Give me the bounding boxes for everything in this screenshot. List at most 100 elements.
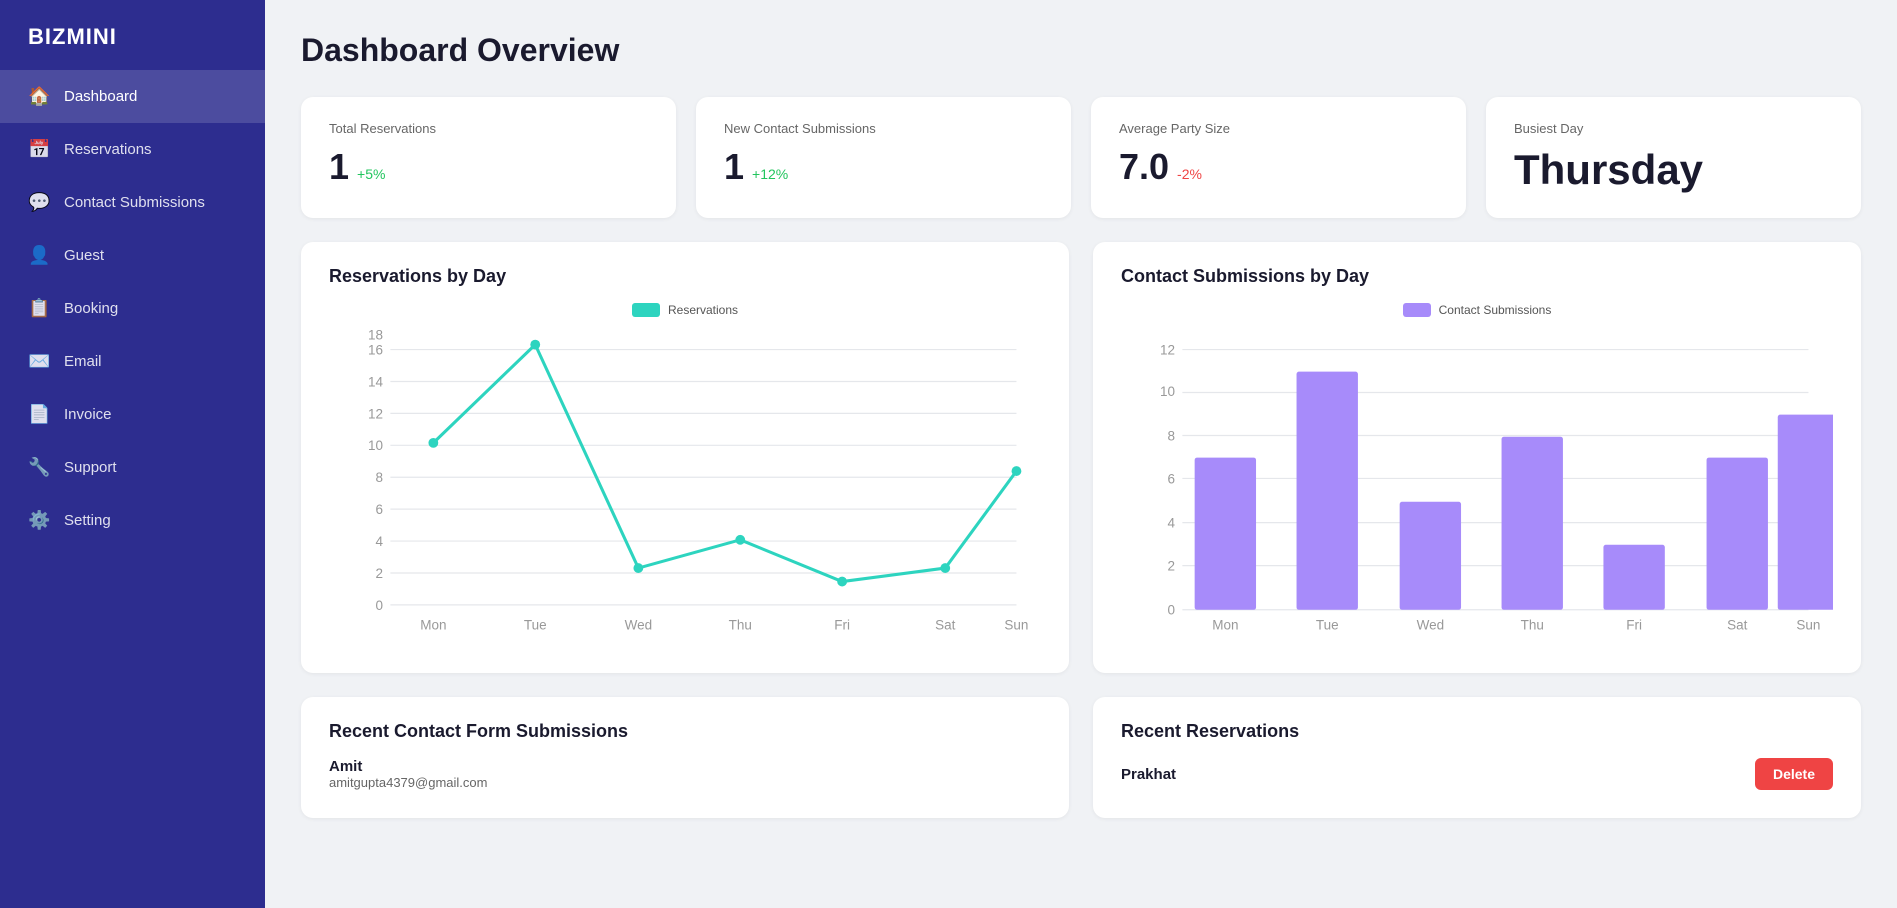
sidebar-label-contact-submissions: Contact Submissions — [64, 194, 205, 211]
sidebar-item-invoice[interactable]: 📄 Invoice — [0, 388, 265, 441]
svg-text:6: 6 — [1167, 471, 1175, 486]
stat-value-contacts: 1 — [724, 146, 744, 188]
svg-text:0: 0 — [375, 598, 383, 613]
svg-text:2: 2 — [1167, 559, 1175, 574]
stat-label-reservations: Total Reservations — [329, 121, 648, 136]
sidebar-label-booking: Booking — [64, 300, 118, 317]
svg-text:Tue: Tue — [524, 617, 547, 632]
contacts-chart-card: Contact Submissions by Day Contact Submi… — [1093, 242, 1861, 673]
stat-value-row-reservations: 1 +5% — [329, 146, 648, 188]
sidebar-label-dashboard: Dashboard — [64, 88, 137, 105]
invoice-icon: 📄 — [28, 404, 50, 425]
svg-text:14: 14 — [368, 374, 384, 389]
settings-icon: ⚙️ — [28, 510, 50, 531]
contacts-legend-label: Contact Submissions — [1439, 303, 1552, 317]
sidebar-label-email: Email — [64, 353, 102, 370]
sidebar-nav: 🏠 Dashboard 📅 Reservations 💬 Contact Sub… — [0, 70, 265, 547]
sidebar-item-reservations[interactable]: 📅 Reservations — [0, 123, 265, 176]
home-icon: 🏠 — [28, 86, 50, 107]
svg-text:18: 18 — [368, 328, 383, 343]
reservations-chart-title: Reservations by Day — [329, 266, 1041, 287]
recent-reservations-title: Recent Reservations — [1121, 721, 1833, 742]
calendar-icon: 📅 — [28, 139, 50, 160]
contacts-chart-legend: Contact Submissions — [1121, 303, 1833, 317]
chat-icon: 💬 — [28, 192, 50, 213]
stat-value-reservations: 1 — [329, 146, 349, 188]
sidebar: BIZMINI 🏠 Dashboard 📅 Reservations 💬 Con… — [0, 0, 265, 908]
charts-row: Reservations by Day Reservations 0 2 4 — [301, 242, 1861, 673]
contact-name-0: Amit — [329, 758, 1041, 775]
stat-label-busiest-day: Busiest Day — [1514, 121, 1833, 136]
svg-text:Sat: Sat — [1727, 617, 1748, 632]
svg-text:Thu: Thu — [1521, 617, 1544, 632]
svg-text:16: 16 — [368, 342, 383, 357]
bottom-row: Recent Contact Form Submissions Amit ami… — [301, 697, 1861, 818]
stat-label-contacts: New Contact Submissions — [724, 121, 1043, 136]
svg-text:4: 4 — [1167, 516, 1175, 531]
sidebar-item-support[interactable]: 🔧 Support — [0, 441, 265, 494]
svg-text:Tue: Tue — [1316, 617, 1339, 632]
booking-icon: 📋 — [28, 298, 50, 319]
sidebar-label-setting: Setting — [64, 512, 111, 529]
stat-value-row-party-size: 7.0 -2% — [1119, 146, 1438, 188]
delete-button[interactable]: Delete — [1755, 758, 1833, 790]
svg-text:12: 12 — [368, 406, 383, 421]
reservation-entry-0: Prakhat Delete — [1121, 758, 1833, 790]
page-title: Dashboard Overview — [301, 32, 1861, 69]
svg-text:Wed: Wed — [1417, 617, 1445, 632]
reservations-line-chart: 0 2 4 6 8 10 12 14 16 18 20 — [329, 325, 1041, 644]
svg-text:Sat: Sat — [935, 617, 956, 632]
sidebar-label-guest: Guest — [64, 247, 104, 264]
recent-contacts-card: Recent Contact Form Submissions Amit ami… — [301, 697, 1069, 818]
stat-card-reservations: Total Reservations 1 +5% — [301, 97, 676, 218]
sidebar-item-booking[interactable]: 📋 Booking — [0, 282, 265, 335]
stat-value-row-contacts: 1 +12% — [724, 146, 1043, 188]
svg-text:Mon: Mon — [1212, 617, 1238, 632]
svg-text:8: 8 — [375, 470, 383, 485]
sidebar-item-contact-submissions[interactable]: 💬 Contact Submissions — [0, 176, 265, 229]
svg-text:Sun: Sun — [1796, 617, 1820, 632]
sidebar-label-reservations: Reservations — [64, 141, 152, 158]
svg-text:0: 0 — [1167, 603, 1175, 618]
support-icon: 🔧 — [28, 457, 50, 478]
sidebar-item-setting[interactable]: ⚙️ Setting — [0, 494, 265, 547]
svg-text:Fri: Fri — [834, 617, 850, 632]
sidebar-logo: BIZMINI — [0, 0, 265, 70]
sidebar-label-invoice: Invoice — [64, 406, 112, 423]
reservations-chart-legend: Reservations — [329, 303, 1041, 317]
svg-text:2: 2 — [375, 566, 383, 581]
stats-row: Total Reservations 1 +5% New Contact Sub… — [301, 97, 1861, 218]
reservations-chart-card: Reservations by Day Reservations 0 2 4 — [301, 242, 1069, 673]
stat-change-reservations: +5% — [357, 166, 385, 182]
reservation-name-0: Prakhat — [1121, 766, 1176, 783]
main-content: Dashboard Overview Total Reservations 1 … — [265, 0, 1897, 908]
svg-text:10: 10 — [368, 438, 383, 453]
email-icon: ✉️ — [28, 351, 50, 372]
svg-text:10: 10 — [1160, 384, 1175, 399]
legend-box-teal — [632, 303, 660, 317]
stat-change-contacts: +12% — [752, 166, 788, 182]
contacts-chart-title: Contact Submissions by Day — [1121, 266, 1833, 287]
legend-box-purple — [1403, 303, 1431, 317]
user-icon: 👤 — [28, 245, 50, 266]
stat-card-contacts: New Contact Submissions 1 +12% — [696, 97, 1071, 218]
svg-text:Thu: Thu — [729, 617, 752, 632]
reservations-legend-label: Reservations — [668, 303, 738, 317]
svg-text:Fri: Fri — [1626, 617, 1642, 632]
svg-text:8: 8 — [1167, 428, 1175, 443]
busiest-day-value: Thursday — [1514, 146, 1833, 194]
svg-text:Sun: Sun — [1004, 617, 1028, 632]
svg-text:4: 4 — [375, 534, 383, 549]
sidebar-item-dashboard[interactable]: 🏠 Dashboard — [0, 70, 265, 123]
stat-card-busiest-day: Busiest Day Thursday — [1486, 97, 1861, 218]
stat-value-party-size: 7.0 — [1119, 146, 1169, 188]
svg-text:Mon: Mon — [420, 617, 446, 632]
sidebar-item-email[interactable]: ✉️ Email — [0, 335, 265, 388]
sidebar-label-support: Support — [64, 459, 117, 476]
svg-text:Wed: Wed — [625, 617, 653, 632]
stat-label-party-size: Average Party Size — [1119, 121, 1438, 136]
stat-card-party-size: Average Party Size 7.0 -2% — [1091, 97, 1466, 218]
stat-change-party-size: -2% — [1177, 166, 1202, 182]
sidebar-item-guest[interactable]: 👤 Guest — [0, 229, 265, 282]
svg-text:6: 6 — [375, 502, 383, 517]
